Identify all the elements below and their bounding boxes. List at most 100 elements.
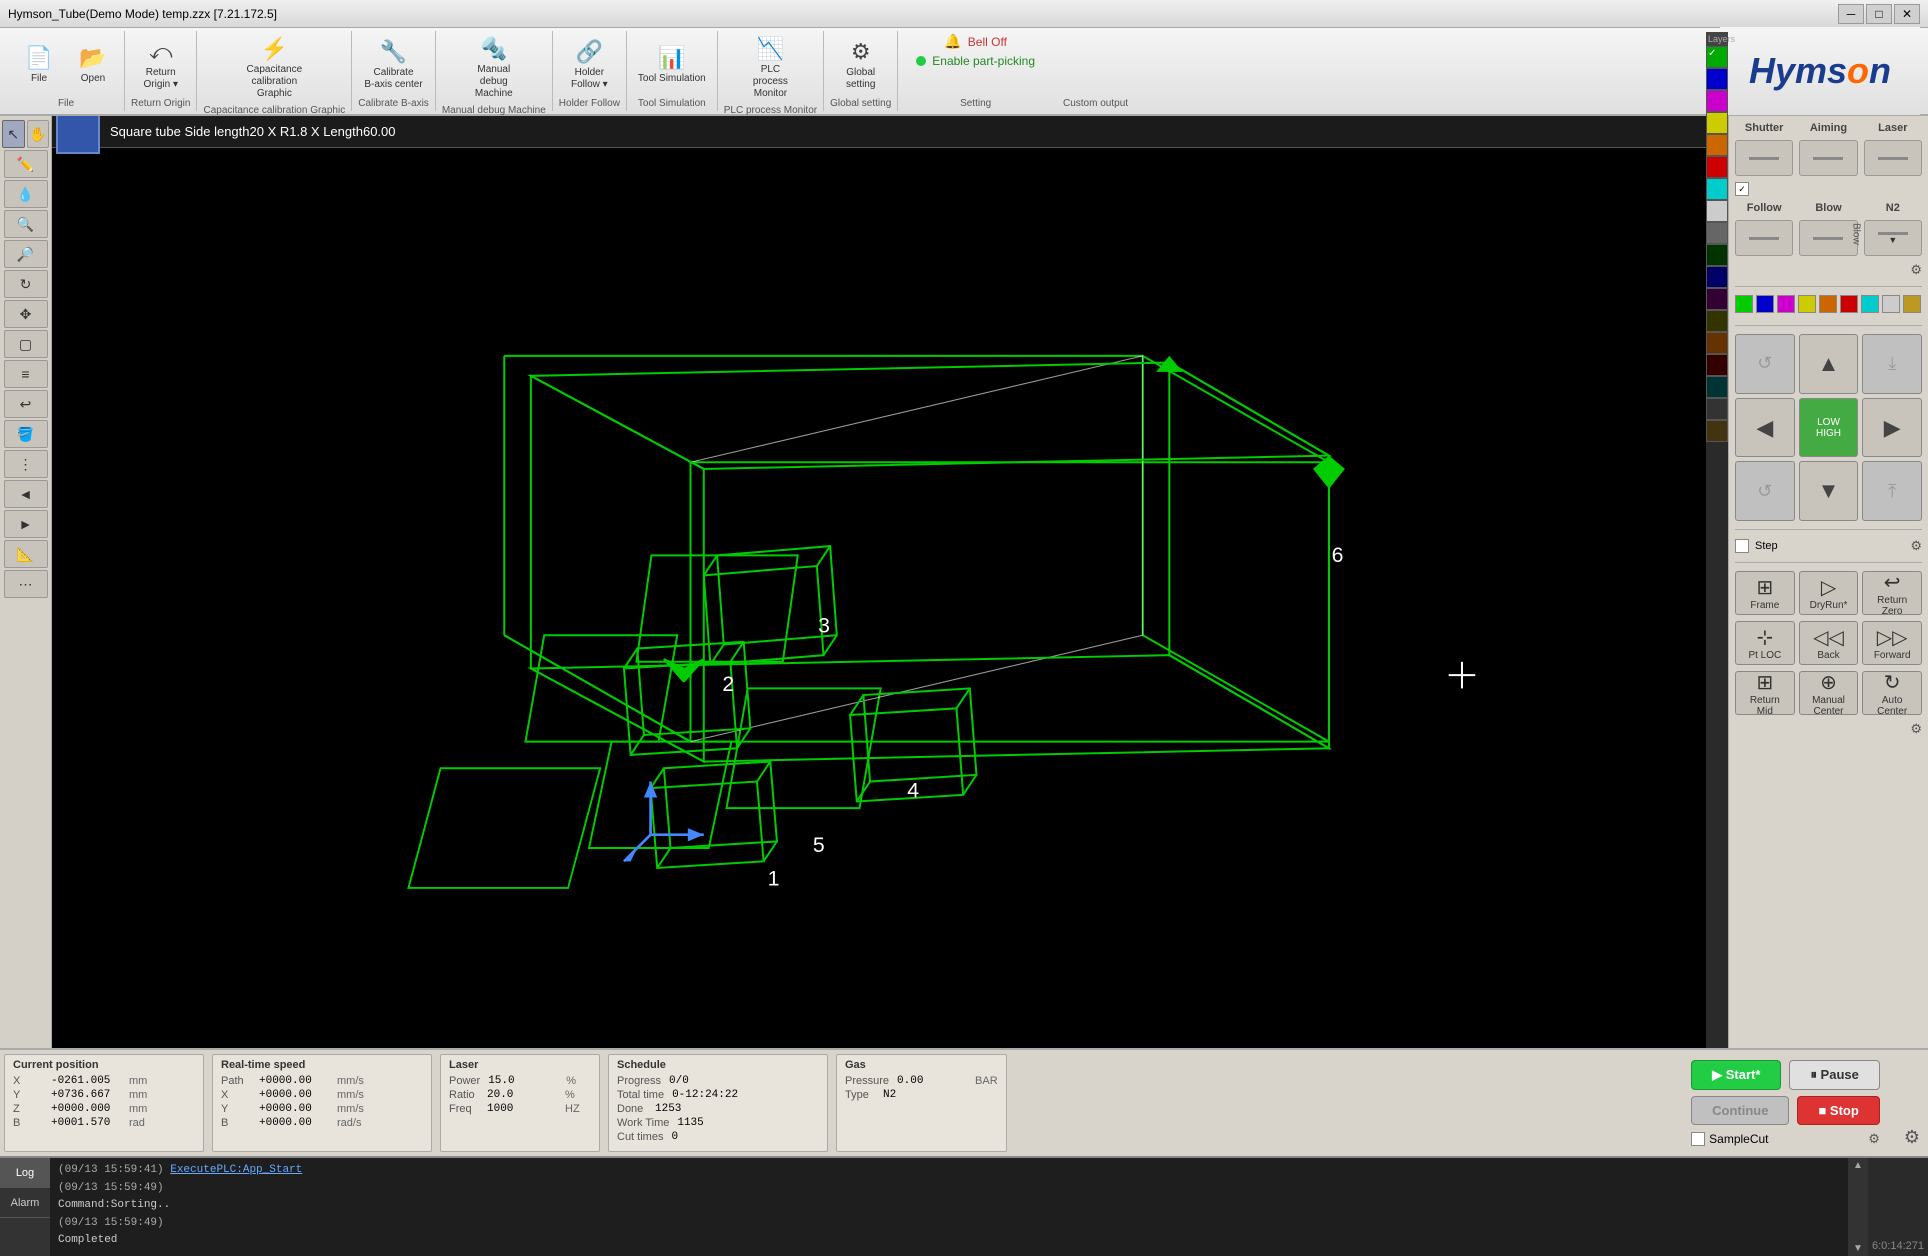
- gear-icon[interactable]: ⚙: [1910, 262, 1922, 278]
- sidebar-arrow-left[interactable]: ◄: [4, 480, 48, 508]
- manual-center-button[interactable]: ⊕ ManualCenter: [1799, 671, 1859, 715]
- open-button[interactable]: 📂 Open: [68, 42, 118, 88]
- dry-run-button[interactable]: ▷ DryRun*: [1799, 571, 1859, 615]
- calibrate-baxis-button[interactable]: 🔧 CalibrateB-axis center: [359, 36, 427, 94]
- sidebar-dots-tool[interactable]: ⋮: [4, 450, 48, 478]
- color-swatch-3[interactable]: [1706, 112, 1728, 134]
- color-swatch-2[interactable]: [1706, 90, 1728, 112]
- start-button[interactable]: ▶ Start*: [1691, 1060, 1781, 1090]
- sidebar-more-tool[interactable]: ⋯: [4, 570, 48, 598]
- return-zero-button[interactable]: ↩ ReturnZero: [1862, 571, 1922, 615]
- return-mid-button[interactable]: ⊞ ReturnMid: [1735, 671, 1795, 715]
- color-swatch-8[interactable]: [1706, 222, 1728, 244]
- stop-button[interactable]: ■ Stop: [1797, 1096, 1879, 1125]
- color-swatch-9[interactable]: [1706, 244, 1728, 266]
- file-button[interactable]: 📄 File: [14, 42, 64, 88]
- tool-simulation-button[interactable]: 📊 Tool Simulation: [633, 42, 711, 88]
- sidebar-cursor-tool[interactable]: ✋: [27, 120, 50, 148]
- nav-right[interactable]: ▶: [1862, 398, 1922, 458]
- return-origin-button[interactable]: ⤺ ReturnOrigin ▾: [136, 36, 186, 94]
- step-checkbox[interactable]: [1735, 539, 1749, 553]
- color-swatch-6[interactable]: [1706, 178, 1728, 200]
- color-swatch-7[interactable]: [1706, 200, 1728, 222]
- follow-toggle[interactable]: [1735, 220, 1793, 256]
- shutter-toggle[interactable]: [1735, 140, 1793, 176]
- enable-part-picking-item[interactable]: Enable part-picking: [916, 54, 1035, 68]
- sidebar-eyedropper-tool[interactable]: 💧: [4, 180, 48, 208]
- color-btn-gray[interactable]: [1882, 295, 1900, 313]
- color-swatch-13[interactable]: [1706, 332, 1728, 354]
- nav-up[interactable]: ▲: [1799, 334, 1859, 394]
- sidebar-undo-tool[interactable]: ↩: [4, 390, 48, 418]
- rp-checkbox[interactable]: ✓: [1735, 182, 1749, 196]
- color-btn-yellow[interactable]: [1798, 295, 1816, 313]
- global-setting-button[interactable]: ⚙ Globalsetting: [836, 36, 886, 94]
- color-swatch-4[interactable]: [1706, 134, 1728, 156]
- blow-toggle[interactable]: Blow: [1799, 220, 1857, 256]
- log-tab[interactable]: Log: [0, 1158, 50, 1188]
- color-swatch-10[interactable]: [1706, 266, 1728, 288]
- close-button[interactable]: ✕: [1894, 4, 1920, 24]
- nav-left[interactable]: ◀: [1735, 398, 1795, 458]
- n2-toggle[interactable]: ▼: [1864, 220, 1922, 256]
- color-swatch-16[interactable]: [1706, 398, 1728, 420]
- nav-down[interactable]: ▼: [1799, 461, 1859, 521]
- alarm-tab[interactable]: Alarm: [0, 1188, 50, 1218]
- sidebar-rotate-tool[interactable]: ↻: [4, 270, 48, 298]
- nav-download-up[interactable]: ⤓: [1862, 334, 1922, 394]
- laser-toggle[interactable]: [1864, 140, 1922, 176]
- log-link-0[interactable]: ExecutePLC:App_Start: [170, 1164, 302, 1176]
- sidebar-rect-tool[interactable]: ▢: [4, 330, 48, 358]
- viewport[interactable]: Square tube Side length20 X R1.8 X Lengt…: [52, 116, 1728, 1048]
- sidebar-zoom-in-tool[interactable]: 🔍: [4, 210, 48, 238]
- nav-rotate-left-up[interactable]: ↺: [1735, 334, 1795, 394]
- color-swatch-14[interactable]: [1706, 354, 1728, 376]
- step-gear-icon[interactable]: ⚙: [1910, 538, 1922, 554]
- color-btn-orange[interactable]: [1819, 295, 1837, 313]
- color-btn-red[interactable]: [1840, 295, 1858, 313]
- plc-process-button[interactable]: 📉 PLCprocessMonitor: [745, 33, 795, 103]
- sample-cut-gear[interactable]: ⚙: [1868, 1131, 1880, 1147]
- color-swatch-12[interactable]: [1706, 310, 1728, 332]
- sidebar-zoom-out-tool[interactable]: 🔎: [4, 240, 48, 268]
- sidebar-move-tool[interactable]: ✥: [4, 300, 48, 328]
- bell-off-item[interactable]: 🔔 Bell Off: [944, 33, 1007, 50]
- color-swatch-5[interactable]: [1706, 156, 1728, 178]
- status-gear-icon[interactable]: ⚙: [1904, 1127, 1920, 1148]
- nav-download-down[interactable]: ⤒: [1862, 461, 1922, 521]
- color-btn-green[interactable]: [1735, 295, 1753, 313]
- color-btn-gold[interactable]: [1903, 295, 1921, 313]
- sidebar-measure-tool[interactable]: 📐: [4, 540, 48, 568]
- color-swatch-0[interactable]: ✓: [1706, 46, 1728, 68]
- color-btn-magenta[interactable]: [1777, 295, 1795, 313]
- forward-button[interactable]: ▷▷ Forward: [1862, 621, 1922, 665]
- log-scroll-down[interactable]: ▼: [1848, 1241, 1868, 1256]
- sidebar-layer-tool[interactable]: ≡: [4, 360, 48, 388]
- sidebar-arrow-right[interactable]: ►: [4, 510, 48, 538]
- log-scroll-up[interactable]: ▲: [1848, 1158, 1868, 1173]
- nav-rotate-left-down[interactable]: ↺: [1735, 461, 1795, 521]
- back-button[interactable]: ◁◁ Back: [1799, 621, 1859, 665]
- sample-cut-checkbox[interactable]: [1691, 1132, 1705, 1146]
- bottom-gear-icon[interactable]: ⚙: [1910, 721, 1922, 737]
- minimize-button[interactable]: ─: [1838, 4, 1864, 24]
- capacitance-cal-button[interactable]: ⚡ CapacitancecalibrationGraphic: [242, 33, 308, 103]
- manual-debug-button[interactable]: 🔩 ManualdebugMachine: [469, 33, 519, 103]
- auto-center-button[interactable]: ↻ AutoCenter: [1862, 671, 1922, 715]
- pt-loc-button[interactable]: ⊹ Pt LOC: [1735, 621, 1795, 665]
- color-btn-cyan[interactable]: [1861, 295, 1879, 313]
- color-swatch-15[interactable]: [1706, 376, 1728, 398]
- color-swatch-17[interactable]: [1706, 420, 1728, 442]
- holder-follow-button[interactable]: 🔗 HolderFollow ▾: [564, 36, 614, 94]
- maximize-button[interactable]: □: [1866, 4, 1892, 24]
- color-swatch-11[interactable]: [1706, 288, 1728, 310]
- nav-low-high[interactable]: LOW HIGH: [1799, 398, 1859, 458]
- frame-button[interactable]: ⊞ Frame: [1735, 571, 1795, 615]
- pause-button[interactable]: ⏸ Pause: [1789, 1060, 1879, 1090]
- color-btn-blue[interactable]: [1756, 295, 1774, 313]
- color-swatch-1[interactable]: [1706, 68, 1728, 90]
- sidebar-fill-tool[interactable]: 🪣: [4, 420, 48, 448]
- aiming-toggle[interactable]: [1799, 140, 1857, 176]
- sidebar-pen-tool[interactable]: ✏️: [4, 150, 48, 178]
- sidebar-select-tool[interactable]: ↖: [2, 120, 25, 148]
